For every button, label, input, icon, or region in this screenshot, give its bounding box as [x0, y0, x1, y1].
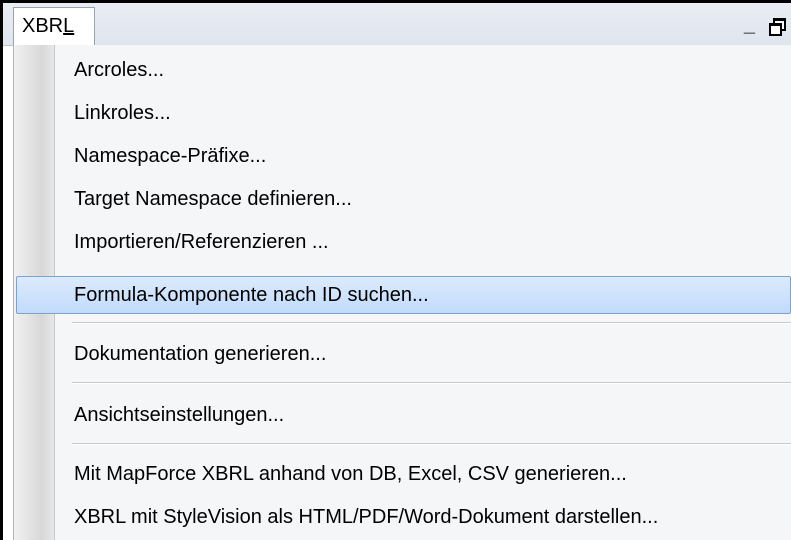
menu-item-arcroles[interactable]: Arcroles...	[16, 51, 791, 89]
menu-item-mapforce-generate[interactable]: Mit MapForce XBRL anhand von DB, Excel, …	[16, 455, 791, 493]
window-controls: _	[744, 15, 786, 36]
menu-xbrl-label: XBR	[22, 15, 64, 37]
menu-item-linkroles[interactable]: Linkroles...	[16, 94, 791, 132]
menu-item-target-namespace[interactable]: Target Namespace definieren...	[16, 180, 791, 218]
menu-bar: XBRL _	[3, 3, 791, 46]
menu-separator	[72, 382, 791, 384]
xbrl-dropdown-menu: Arcroles... Linkroles... Namespace-Präfi…	[13, 45, 791, 540]
menu-item-view-settings[interactable]: Ansichtseinstellungen...	[16, 396, 791, 434]
menu-xbrl[interactable]: XBRL	[13, 7, 95, 45]
minimize-button[interactable]: _	[744, 15, 755, 35]
restore-icon[interactable]	[769, 18, 786, 36]
menu-item-generate-documentation[interactable]: Dokumentation generieren...	[16, 335, 791, 373]
menu-separator	[72, 443, 791, 445]
menu-item-formula-component-search[interactable]: Formula-Komponente nach ID suchen...	[16, 276, 791, 314]
menu-item-import-reference[interactable]: Importieren/Referenzieren ...	[16, 223, 791, 261]
menu-separator	[72, 322, 791, 324]
menu-item-namespace-prefixes[interactable]: Namespace-Präfixe...	[16, 137, 791, 175]
menu-xbrl-accelerator: L	[63, 15, 75, 37]
menu-item-stylevision-render[interactable]: XBRL mit StyleVision als HTML/PDF/Word-D…	[16, 498, 791, 536]
